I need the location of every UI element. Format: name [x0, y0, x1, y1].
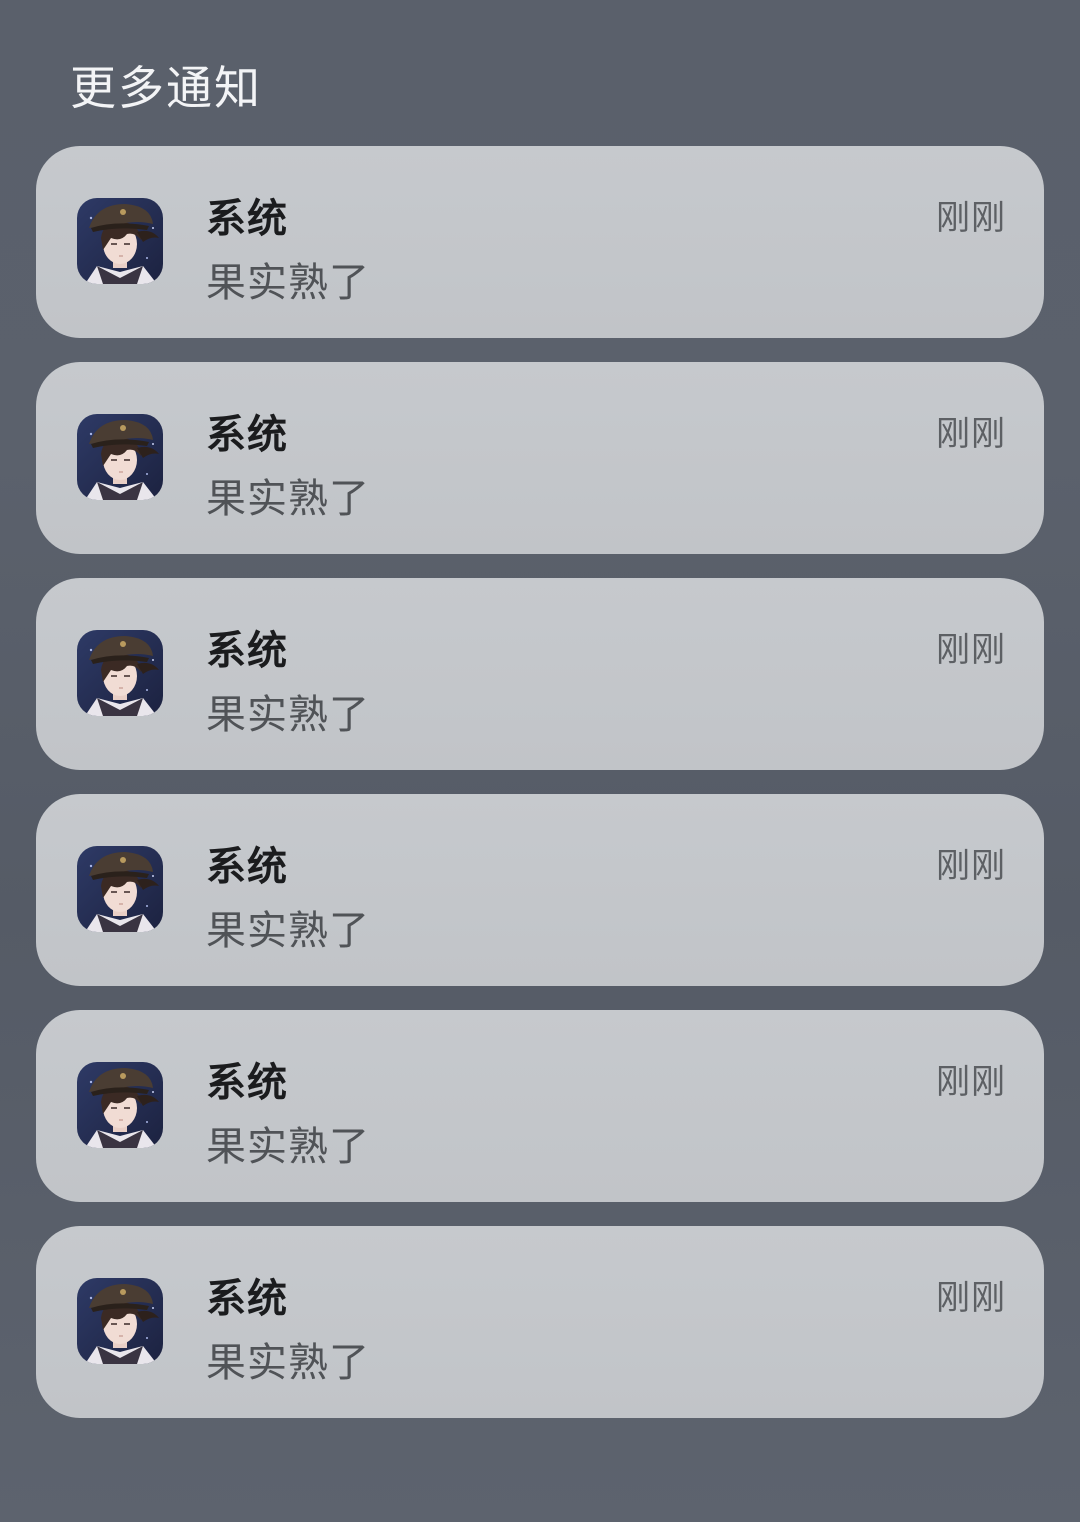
- notification-body: 果实熟了: [206, 1340, 370, 1386]
- notification-time: 刚刚: [936, 846, 1006, 886]
- notification-body: 果实熟了: [206, 692, 370, 738]
- notification-time: 刚刚: [936, 198, 1006, 238]
- notification-card[interactable]: 系统 果实熟了 刚刚: [36, 146, 1044, 338]
- section-title: 更多通知: [70, 61, 262, 115]
- notification-time: 刚刚: [936, 1278, 1006, 1318]
- notification-card[interactable]: 系统 果实熟了 刚刚: [36, 578, 1044, 770]
- notification-body: 果实熟了: [206, 1124, 370, 1170]
- app-avatar-icon: [77, 1278, 163, 1364]
- notification-title: 系统: [206, 412, 288, 458]
- notification-body: 果实熟了: [206, 260, 370, 306]
- notification-body: 果实熟了: [206, 908, 370, 954]
- app-avatar-icon: [77, 198, 163, 284]
- notification-title: 系统: [206, 844, 288, 890]
- notification-card[interactable]: 系统 果实熟了 刚刚: [36, 1226, 1044, 1418]
- app-avatar-icon: [77, 1062, 163, 1148]
- notification-time: 刚刚: [936, 1062, 1006, 1102]
- notification-title: 系统: [206, 1060, 288, 1106]
- notification-card[interactable]: 系统 果实熟了 刚刚: [36, 794, 1044, 986]
- notification-title: 系统: [206, 1276, 288, 1322]
- notification-time: 刚刚: [936, 414, 1006, 454]
- notification-card[interactable]: 系统 果实熟了 刚刚: [36, 362, 1044, 554]
- notification-card[interactable]: 系统 果实熟了 刚刚: [36, 1010, 1044, 1202]
- notification-body: 果实熟了: [206, 476, 370, 522]
- notification-title: 系统: [206, 196, 288, 242]
- app-avatar-icon: [77, 846, 163, 932]
- app-avatar-icon: [77, 630, 163, 716]
- notification-time: 刚刚: [936, 630, 1006, 670]
- app-avatar-icon: [77, 414, 163, 500]
- notification-title: 系统: [206, 628, 288, 674]
- notification-list: 系统 果实熟了 刚刚 系统 果实熟了 刚刚 系统 果实熟了 刚刚 系统 果实熟了…: [36, 146, 1044, 1442]
